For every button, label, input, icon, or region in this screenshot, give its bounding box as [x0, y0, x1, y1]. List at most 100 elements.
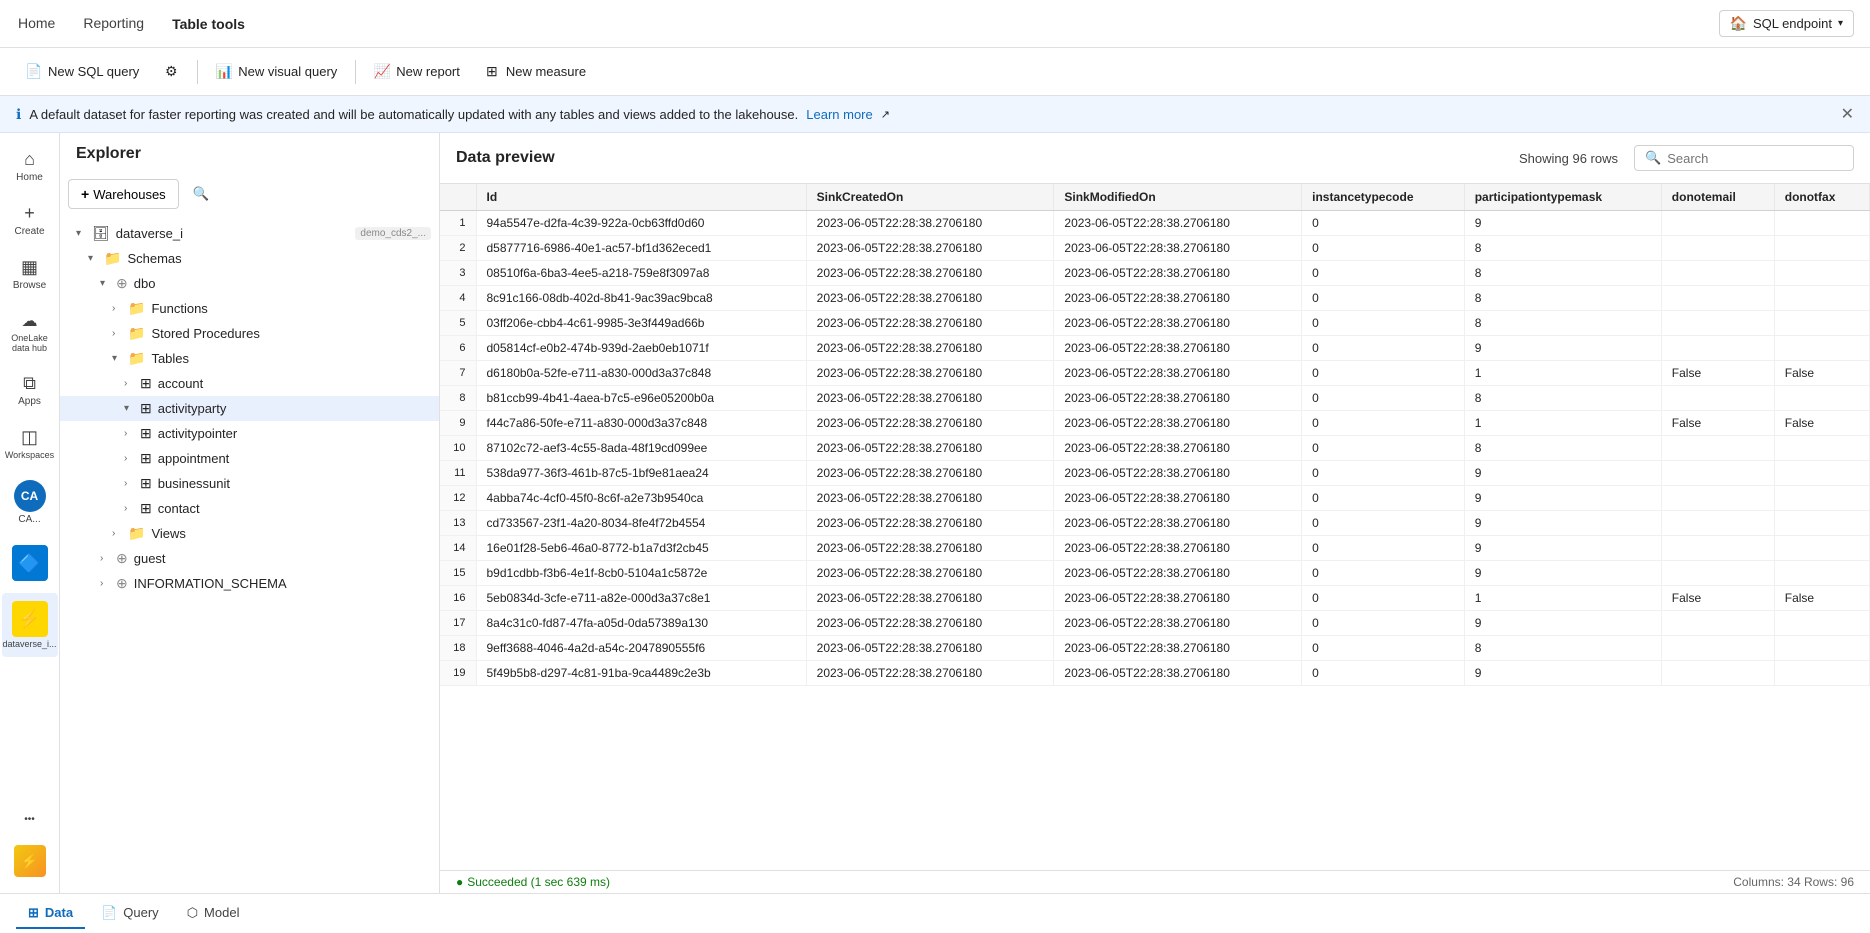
report-icon: 📈: [374, 64, 390, 80]
table-cell: 8: [1464, 311, 1661, 336]
nav-home[interactable]: Home: [16, 11, 57, 37]
sidebar-item-ca[interactable]: CA CA...: [2, 472, 58, 533]
table-row: 194a5547e-d2fa-4c39-922a-0cb63ffd0d60202…: [440, 211, 1870, 236]
table-cell: 0: [1302, 211, 1465, 236]
search-box[interactable]: 🔍: [1634, 145, 1854, 171]
table-cell: 2023-06-05T22:28:38.2706180: [1054, 361, 1302, 386]
data-table: Id SinkCreatedOn SinkModifiedOn instance…: [440, 184, 1870, 686]
sql-endpoint-selector[interactable]: 🏠 SQL endpoint ▾: [1719, 10, 1855, 37]
sidebar-item-create[interactable]: + Create: [2, 195, 58, 245]
table-cell: 9: [1464, 336, 1661, 361]
tab-data[interactable]: ⊞ Data: [16, 899, 85, 929]
sidebar-item-dataverse-m[interactable]: 🔷: [2, 537, 58, 589]
table-cell: [1661, 211, 1774, 236]
toolbar: 📄 New SQL query ⚙ 📊 New visual query 📈 N…: [0, 48, 1870, 96]
search-input[interactable]: [1667, 151, 1843, 166]
row-number-cell: 4: [440, 286, 476, 311]
info-close-button[interactable]: ✕: [1841, 104, 1854, 124]
explorer-search-button[interactable]: 🔍: [187, 180, 216, 208]
table-cell: 0: [1302, 486, 1465, 511]
table-row: 1087102c72-aef3-4c55-8ada-48f19cd099ee20…: [440, 436, 1870, 461]
tree-item-contact[interactable]: › ⊞ contact: [60, 496, 439, 521]
tree-item-views[interactable]: › 📁 Views: [60, 521, 439, 546]
chevron-down-icon: ▾: [124, 403, 136, 414]
chevron-right-icon: ›: [124, 378, 136, 389]
tree-item-dbo[interactable]: ▾ ⊕ dbo: [60, 271, 439, 296]
powerbi-logo: ⚡: [6, 837, 54, 885]
onelake-icon: ☁: [22, 311, 38, 331]
powerbi-icon: ⚡: [14, 845, 46, 877]
table-cell: [1661, 261, 1774, 286]
row-number-cell: 15: [440, 561, 476, 586]
sidebar-item-home[interactable]: ⌂ Home: [2, 141, 58, 191]
folder-icon: 📁: [128, 350, 145, 367]
table-cell: [1774, 611, 1869, 636]
table-cell: 16e01f28-5eb6-46a0-8772-b1a7d3f2cb45: [476, 536, 806, 561]
sidebar-item-dataverse-i-label: dataverse_i...: [2, 639, 56, 649]
measure-icon: ⊞: [484, 64, 500, 80]
table-cell: [1661, 486, 1774, 511]
table-cell: 2023-06-05T22:28:38.2706180: [806, 586, 1054, 611]
tree-item-functions[interactable]: › 📁 Functions: [60, 296, 439, 321]
model-tab-label: Model: [204, 905, 239, 920]
new-sql-query-button[interactable]: 📄 New SQL query: [16, 58, 149, 86]
table-cell: [1774, 636, 1869, 661]
sidebar-item-onelake[interactable]: ☁ OneLake data hub: [2, 303, 58, 361]
tree-item-schemas[interactable]: ▾ 📁 Schemas: [60, 246, 439, 271]
new-visual-query-button[interactable]: 📊 New visual query: [206, 58, 347, 86]
tree-item-information-schema[interactable]: › ⊕ INFORMATION_SCHEMA: [60, 571, 439, 596]
sidebar-item-apps-label: Apps: [18, 396, 41, 407]
tree-item-businessunit[interactable]: › ⊞ businessunit: [60, 471, 439, 496]
tree-item-stored-procedures[interactable]: › 📁 Stored Procedures: [60, 321, 439, 346]
tree-item-tables[interactable]: ▾ 📁 Tables: [60, 346, 439, 371]
table-cell: 2023-06-05T22:28:38.2706180: [1054, 611, 1302, 636]
sidebar-item-more[interactable]: •••: [2, 806, 58, 833]
nav-table-tools[interactable]: Table tools: [170, 12, 247, 36]
table-cell: 0: [1302, 436, 1465, 461]
table-cell: 2023-06-05T22:28:38.2706180: [1054, 536, 1302, 561]
tree-label-guest: guest: [134, 551, 166, 566]
left-nav: ⌂ Home + Create ▦ Browse ☁ OneLake data …: [0, 133, 60, 893]
table-cell: 0: [1302, 411, 1465, 436]
chevron-right-icon: ›: [124, 503, 136, 514]
tree-item-dataverse-root[interactable]: ▾ 🗄 dataverse_i demo_cds2_...: [60, 221, 439, 246]
tree-item-guest[interactable]: › ⊕ guest: [60, 546, 439, 571]
learn-more-link[interactable]: Learn more: [806, 107, 872, 122]
table-cell: 2023-06-05T22:28:38.2706180: [1054, 586, 1302, 611]
new-measure-button[interactable]: ⊞ New measure: [474, 58, 596, 86]
new-report-button[interactable]: 📈 New report: [364, 58, 470, 86]
table-cell: [1661, 636, 1774, 661]
tree-item-appointment[interactable]: › ⊞ appointment: [60, 446, 439, 471]
info-message: A default dataset for faster reporting w…: [29, 107, 798, 122]
settings-button[interactable]: ⚙: [153, 58, 189, 86]
table-cell: 0: [1302, 511, 1465, 536]
table-cell: [1774, 661, 1869, 686]
sidebar-item-dataverse-i[interactable]: ⚡ dataverse_i...: [2, 593, 58, 657]
table-cell: d05814cf-e0b2-474b-939d-2aeb0eb1071f: [476, 336, 806, 361]
table-cell: 4abba74c-4cf0-45f0-8c6f-a2e73b9540ca: [476, 486, 806, 511]
table-cell: 9: [1464, 536, 1661, 561]
tab-model[interactable]: ⬡ Model: [175, 899, 252, 929]
plus-icon: +: [81, 186, 89, 202]
table-cell: False: [1774, 586, 1869, 611]
table-cell: 0: [1302, 361, 1465, 386]
sidebar-item-apps[interactable]: ⧉ Apps: [2, 365, 58, 415]
tree-item-account[interactable]: › ⊞ account: [60, 371, 439, 396]
tab-query[interactable]: 📄 Query: [89, 899, 171, 929]
sidebar-item-workspaces[interactable]: ◫ Workspaces: [2, 419, 58, 468]
table-cell: [1774, 336, 1869, 361]
chevron-right-icon: ›: [112, 528, 124, 539]
add-warehouse-button[interactable]: + Warehouses: [68, 179, 179, 209]
query-tab-icon: 📄: [101, 905, 117, 921]
table-cell: 2023-06-05T22:28:38.2706180: [806, 361, 1054, 386]
tree-item-activityparty[interactable]: ▾ ⊞ activityparty: [60, 396, 439, 421]
tree-item-activitypointer[interactable]: › ⊞ activitypointer: [60, 421, 439, 446]
table-row: 13cd733567-23f1-4a20-8034-8fe4f72b455420…: [440, 511, 1870, 536]
table-cell: 8: [1464, 386, 1661, 411]
table-cell: [1774, 211, 1869, 236]
table-cell: 2023-06-05T22:28:38.2706180: [806, 636, 1054, 661]
sidebar-item-browse[interactable]: ▦ Browse: [2, 249, 58, 299]
tree-label-appointment: appointment: [158, 451, 230, 466]
info-icon: ℹ: [16, 106, 21, 123]
nav-reporting[interactable]: Reporting: [81, 11, 146, 37]
